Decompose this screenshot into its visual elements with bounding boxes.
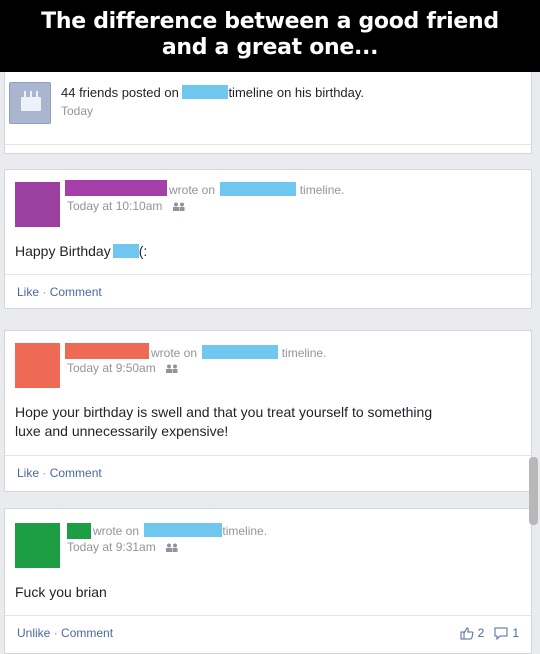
- redacted-name: [112, 244, 139, 258]
- post-header: wrote on timeline.: [93, 523, 267, 538]
- redacted-name: [220, 182, 297, 196]
- post-body-line: Hope your birthday is swell and that you…: [15, 404, 433, 420]
- timestamp-text[interactable]: Today at 10:10am: [67, 199, 162, 213]
- comment-link[interactable]: Comment: [50, 466, 102, 480]
- avatar[interactable]: [15, 343, 60, 388]
- post-header: wrote on timeline.: [169, 182, 344, 197]
- birthday-cake-icon: [9, 82, 51, 124]
- post-body: Hope your birthday is swell and that you…: [15, 403, 432, 441]
- redacted-name: [182, 85, 229, 99]
- friends-audience-icon[interactable]: [165, 364, 179, 373]
- post-actions: Like · Comment: [5, 455, 531, 491]
- post-body-suffix: (:: [138, 243, 148, 259]
- post-timestamp: Today at 9:31am: [67, 540, 179, 554]
- timestamp-text[interactable]: Today at 9:50am: [67, 361, 156, 375]
- thumbs-up-icon[interactable]: [460, 626, 474, 640]
- post-header: wrote on timeline.: [151, 345, 326, 360]
- news-feed: 44 friends posted on timeline on his bir…: [0, 72, 540, 654]
- post-counts: 2 1: [460, 626, 519, 640]
- meme-caption: The difference between a good friend and…: [0, 0, 540, 72]
- birthday-summary-card: 44 friends posted on timeline on his bir…: [4, 72, 532, 154]
- redacted-author-name[interactable]: [67, 523, 91, 539]
- redacted-name: [144, 523, 223, 537]
- like-link[interactable]: Like: [17, 285, 39, 299]
- comment-link[interactable]: Comment: [50, 285, 102, 299]
- birthday-text-suffix: timeline on his birthday.: [228, 85, 365, 100]
- separator: ·: [42, 285, 47, 299]
- timeline-text: timeline.: [281, 346, 327, 360]
- scrollbar-thumb[interactable]: [529, 457, 538, 525]
- wall-post: wrote on timeline. Today at 9:50am Hope …: [4, 330, 532, 492]
- timestamp-text[interactable]: Today at 9:31am: [67, 540, 156, 554]
- caption-line-1: The difference between a good friend: [41, 9, 499, 34]
- caption-line-2: and a great one...: [161, 35, 379, 60]
- wrote-on-text: wrote on: [169, 183, 216, 197]
- post-actions: Like · Comment: [5, 274, 531, 310]
- redacted-name: [202, 345, 279, 359]
- post-body: Fuck you brian: [15, 584, 107, 600]
- post-actions: Unlike · Comment 2 1: [5, 615, 531, 653]
- timeline-text: timeline.: [222, 524, 268, 538]
- avatar[interactable]: [15, 523, 60, 568]
- friends-audience-icon[interactable]: [172, 202, 186, 211]
- avatar[interactable]: [15, 182, 60, 227]
- wall-post: wrote on timeline. Today at 9:31am Fuck …: [4, 508, 532, 654]
- wrote-on-text: wrote on: [93, 524, 140, 538]
- separator: ·: [53, 626, 58, 640]
- birthday-timestamp: Today: [61, 104, 94, 118]
- birthday-text-prefix: 44 friends posted on: [61, 85, 179, 100]
- wrote-on-text: wrote on: [151, 346, 198, 360]
- post-body-text: Happy Birthday: [15, 243, 111, 259]
- post-timestamp: Today at 9:50am: [67, 361, 179, 375]
- divider: [5, 144, 531, 145]
- redacted-author-name[interactable]: [65, 180, 167, 196]
- comment-bubble-icon[interactable]: [494, 627, 508, 640]
- post-body-line: luxe and unnecessarily expensive!: [15, 423, 229, 439]
- post-body: Happy Birthday (:: [15, 242, 147, 261]
- separator: ·: [42, 466, 47, 480]
- comment-link[interactable]: Comment: [61, 626, 113, 640]
- like-link[interactable]: Like: [17, 466, 39, 480]
- likes-count[interactable]: 2: [478, 626, 485, 640]
- birthday-summary-text: 44 friends posted on timeline on his bir…: [61, 85, 364, 100]
- post-timestamp: Today at 10:10am: [67, 199, 186, 213]
- unlike-link[interactable]: Unlike: [17, 626, 50, 640]
- comments-count[interactable]: 1: [512, 626, 519, 640]
- redacted-author-name[interactable]: [65, 343, 149, 359]
- friends-audience-icon[interactable]: [165, 543, 179, 552]
- wall-post: wrote on timeline. Today at 10:10am Happ…: [4, 169, 532, 309]
- timeline-text: timeline.: [299, 183, 345, 197]
